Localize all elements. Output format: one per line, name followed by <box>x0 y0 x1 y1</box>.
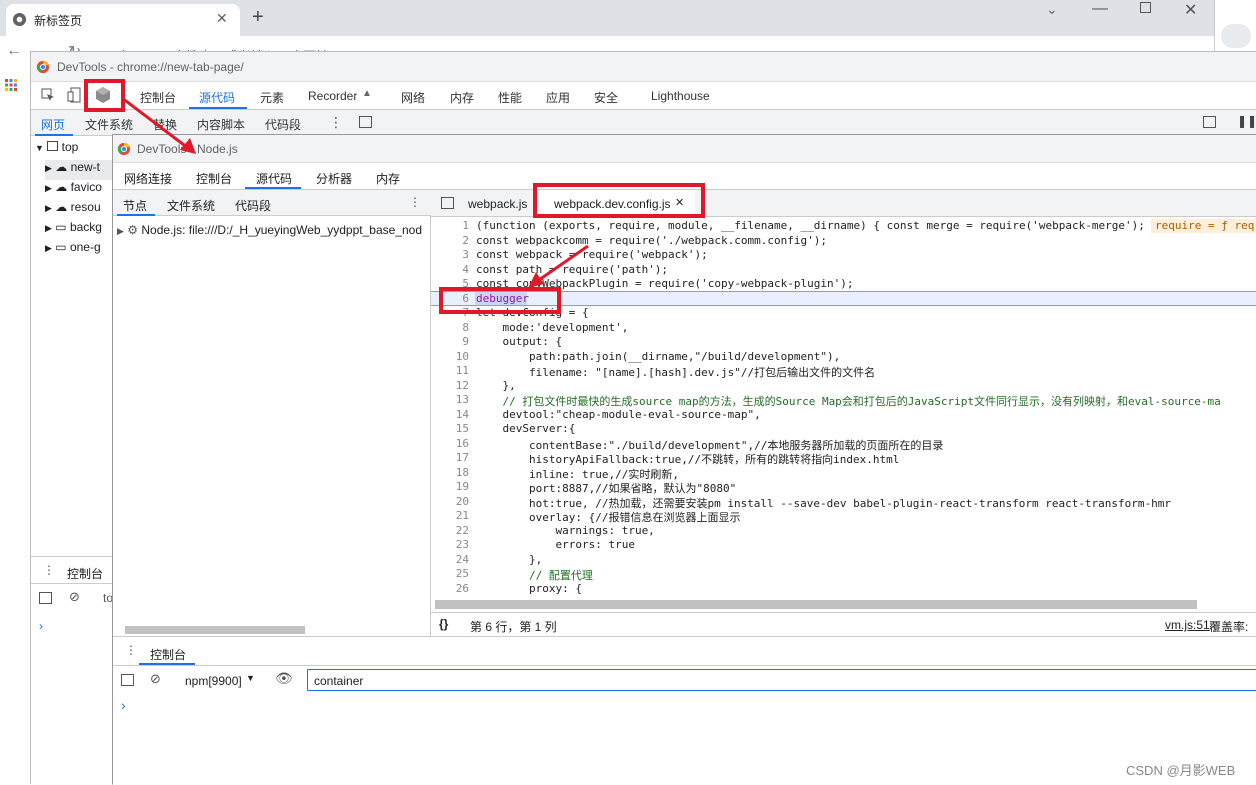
arrow-line-2 <box>535 244 589 284</box>
annotation-arrows <box>121 96 589 288</box>
arrow-line-1 <box>121 96 189 150</box>
arrow-head-1 <box>180 138 196 154</box>
arrow-head-2 <box>528 272 544 288</box>
watermark: CSDN @月影WEB <box>1126 763 1236 778</box>
